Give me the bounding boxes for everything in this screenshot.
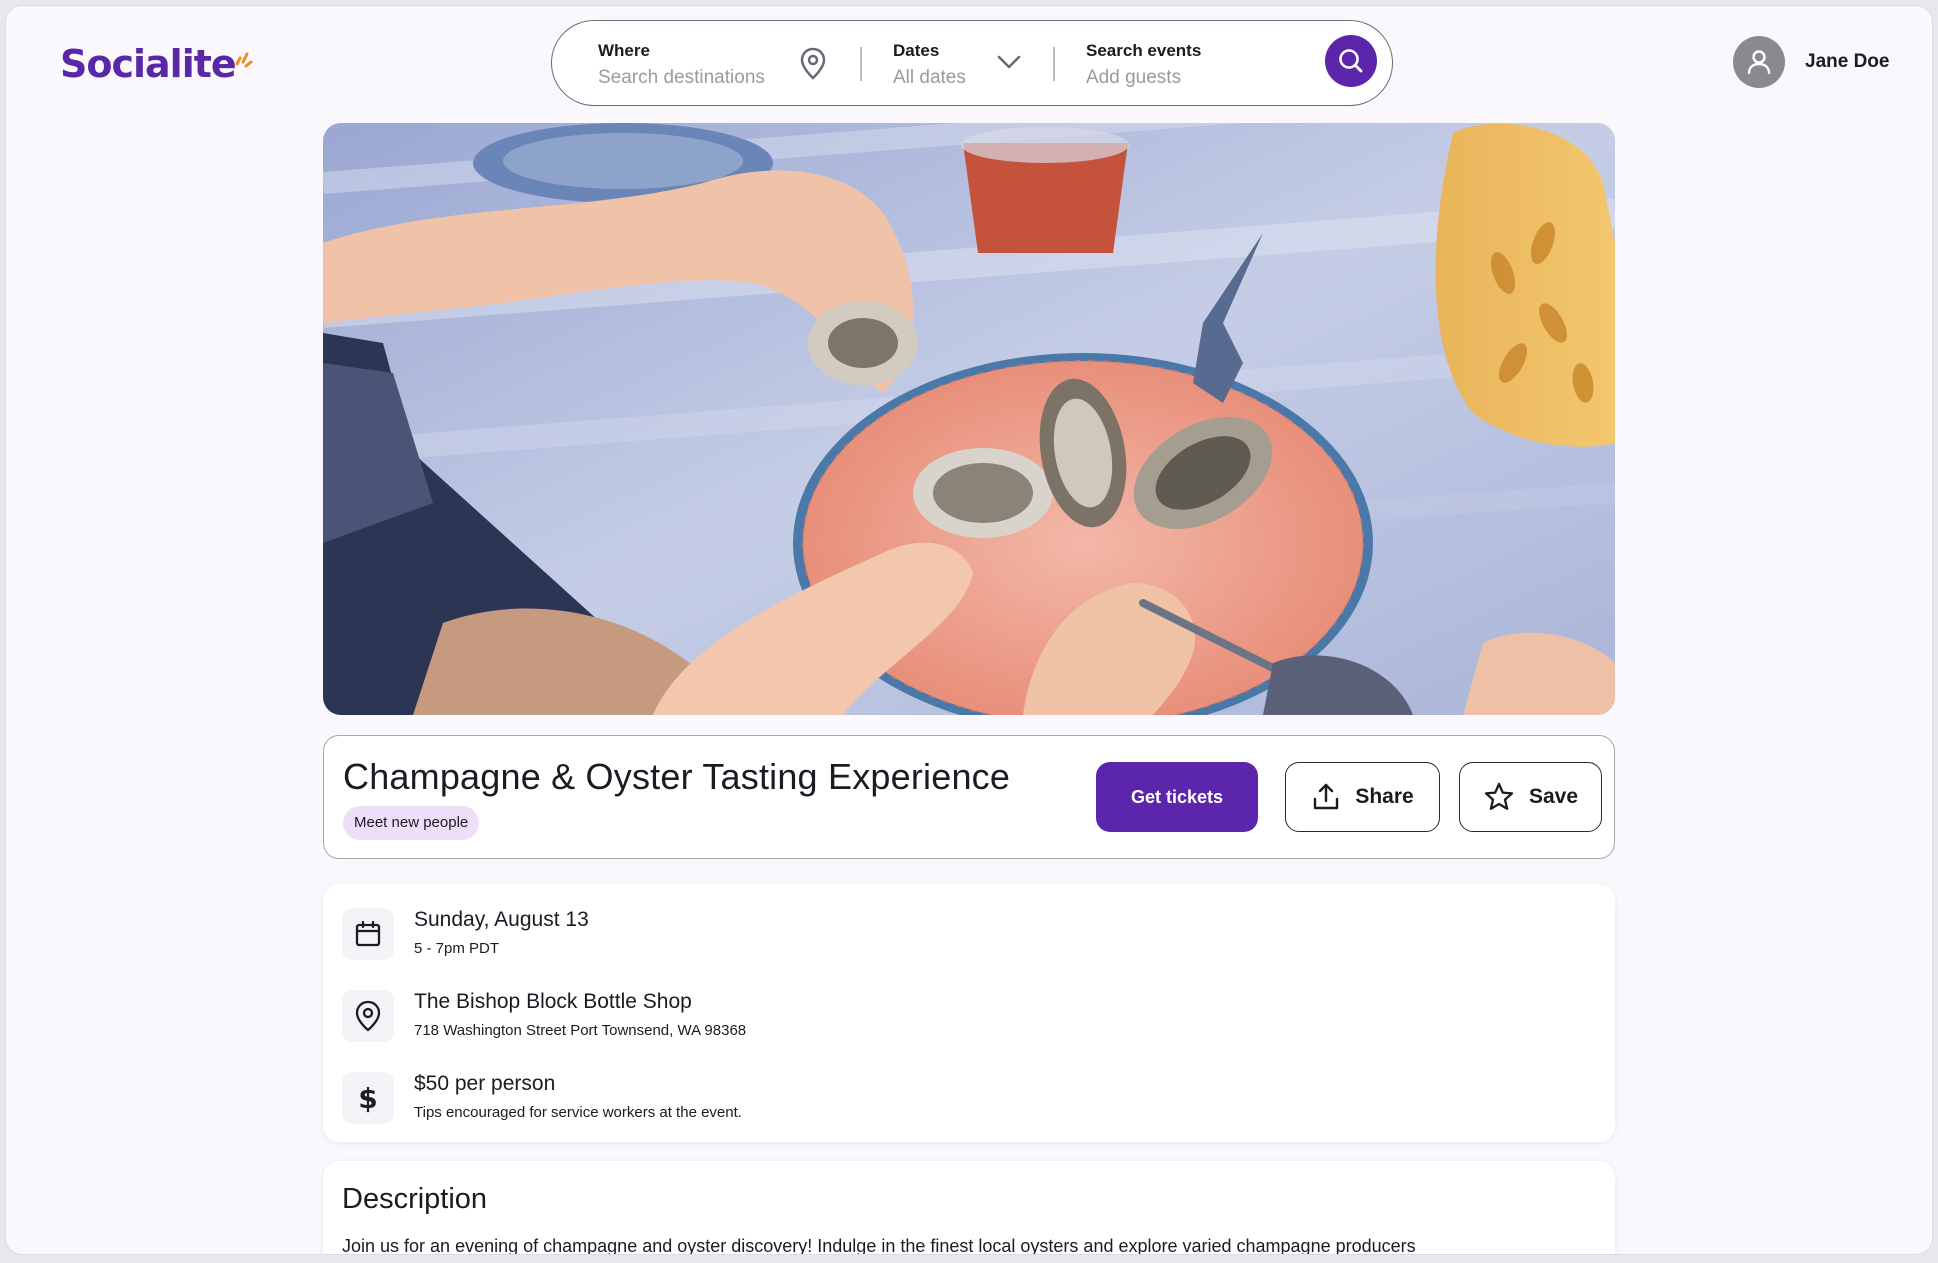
price: $50 per person xyxy=(414,1072,556,1095)
get-tickets-label: Get tickets xyxy=(1130,786,1224,807)
dollar-icon-box: $ xyxy=(342,1072,394,1124)
search-bar: Where Search destinations Dates All date… xyxy=(551,20,1393,106)
event-tag[interactable]: Meet new people xyxy=(343,806,480,840)
save-button[interactable]: Save xyxy=(1459,762,1602,832)
logo-spark-icon xyxy=(235,52,253,68)
calendar-icon-box xyxy=(342,908,394,960)
description-heading: Description xyxy=(342,1183,488,1215)
description-card: Description Join us for an evening of ch… xyxy=(323,1161,1615,1254)
event-time: 5 - 7pm PDT xyxy=(414,940,500,957)
hero-photo xyxy=(323,123,1615,715)
share-icon xyxy=(1314,783,1339,810)
venue-address[interactable]: 718 Washington Street Port Townsend, WA … xyxy=(414,1022,746,1039)
user-icon xyxy=(1747,50,1771,75)
event-details-card: Sunday, August 13 5 - 7pm PDT The Bishop… xyxy=(323,884,1615,1142)
get-tickets-button[interactable]: Get tickets xyxy=(1096,762,1258,832)
dates-field[interactable]: Dates All dates xyxy=(893,41,966,89)
event-date: Sunday, August 13 xyxy=(414,908,589,931)
search-divider xyxy=(1053,47,1055,81)
star-icon xyxy=(1484,782,1514,810)
share-button[interactable]: Share xyxy=(1285,762,1440,832)
events-field[interactable]: Search events Add guests xyxy=(1086,41,1201,89)
dates-label: Dates xyxy=(893,41,940,60)
search-icon xyxy=(1339,49,1363,73)
where-input[interactable]: Search destinations xyxy=(598,67,765,89)
user-name[interactable]: Jane Doe xyxy=(1805,51,1889,73)
user-menu[interactable]: Jane Doe xyxy=(1733,36,1889,88)
share-label: Share xyxy=(1355,785,1414,808)
app-window: Socialite Where Search destinations Date… xyxy=(6,6,1932,1254)
dates-value[interactable]: All dates xyxy=(893,67,966,89)
save-label: Save xyxy=(1528,785,1579,808)
location-icon xyxy=(355,1000,381,1032)
price-note: Tips encouraged for service workers at t… xyxy=(414,1104,742,1121)
dollar-icon: $ xyxy=(358,1081,378,1115)
location-icon-box xyxy=(342,990,394,1042)
event-header-card: Champagne & Oyster Tasting Experience Me… xyxy=(323,735,1615,859)
where-field[interactable]: Where Search destinations xyxy=(598,41,765,89)
search-divider xyxy=(860,47,862,81)
where-label: Where xyxy=(598,41,650,60)
avatar[interactable] xyxy=(1733,36,1785,88)
venue-name[interactable]: The Bishop Block Bottle Shop xyxy=(414,990,692,1014)
description-text: Join us for an evening of champagne and … xyxy=(342,1236,1416,1254)
chevron-down-icon[interactable] xyxy=(996,53,1022,71)
events-label: Search events xyxy=(1086,41,1202,60)
guests-input[interactable]: Add guests xyxy=(1086,67,1201,89)
hero-image xyxy=(323,123,1615,715)
map-pin-icon[interactable] xyxy=(799,47,827,81)
search-button[interactable] xyxy=(1325,35,1377,87)
brand-logo[interactable]: Socialite xyxy=(60,42,237,86)
calendar-icon xyxy=(355,920,381,947)
event-title: Champagne & Oyster Tasting Experience xyxy=(343,756,1011,797)
